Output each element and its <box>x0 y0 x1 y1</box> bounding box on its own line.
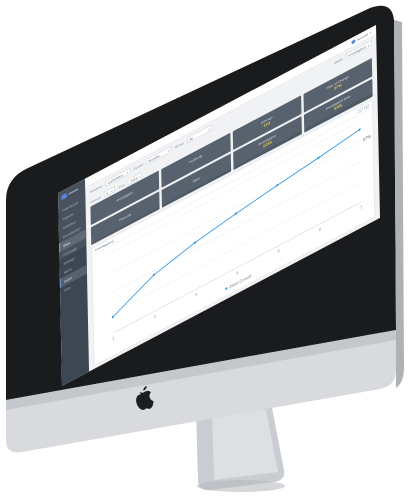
x-tick-label: 5 <box>277 248 280 254</box>
imac-photo: Dashboard Reports Analytics Investigatio… <box>0 0 409 501</box>
x-tick-label: 6 <box>319 226 322 232</box>
data-point <box>276 184 279 187</box>
chevron-down-icon: ▾ <box>126 169 129 175</box>
x-tick-label: 3 <box>195 291 198 297</box>
logo-mark-icon <box>61 192 67 201</box>
x-tick-label: 1 <box>112 335 115 341</box>
right-value-label: 57% <box>363 133 371 142</box>
data-point <box>193 241 197 244</box>
legend-swatch <box>225 287 228 290</box>
sidebar: Dashboard Reports Analytics Investigatio… <box>58 178 90 386</box>
chevron-down-icon: ▾ <box>369 30 372 35</box>
data-point <box>317 156 320 160</box>
chevron-down-icon: ▾ <box>138 174 140 179</box>
user-avatar-icon <box>351 38 356 45</box>
chevron-down-icon: ▾ <box>167 148 170 153</box>
data-point <box>234 212 238 215</box>
stand-base-shadow <box>197 480 285 492</box>
chevron-down-icon: ▾ <box>111 188 113 194</box>
x-tick-label: 2 <box>154 313 157 319</box>
data-point <box>358 128 361 131</box>
legend-label: 2016 Cohort <box>229 273 252 290</box>
x-tick-label: 4 <box>236 270 239 276</box>
x-tick-label: 7 <box>360 204 363 210</box>
chevron-down-icon: ▾ <box>367 42 370 48</box>
chevron-down-icon: ▾ <box>208 126 210 132</box>
